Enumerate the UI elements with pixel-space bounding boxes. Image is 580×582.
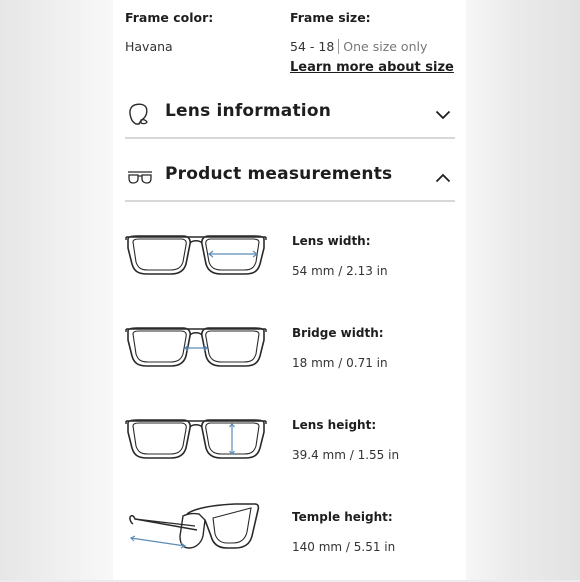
temple-height-label: Temple height: bbox=[292, 510, 393, 524]
frame-size-number: 54 - 18 bbox=[290, 39, 335, 54]
measurement-temple-length: Temple height: 140 mm / 5.51 in bbox=[125, 502, 455, 582]
measurement-bridge-width: Bridge width: 18 mm / 0.71 in bbox=[125, 318, 455, 398]
lens-information-title: Lens information bbox=[165, 101, 332, 121]
background-right bbox=[466, 0, 580, 580]
measurement-lens-height: Lens height: 39.4 mm / 1.55 in bbox=[125, 410, 455, 490]
glasses-icon bbox=[127, 169, 153, 189]
lens-height-glasses-icon bbox=[125, 419, 267, 459]
learn-more-size-link[interactable]: Learn more about size bbox=[290, 60, 454, 75]
temple-length-glasses-icon bbox=[129, 503, 260, 549]
lens-width-value: 54 mm / 2.13 in bbox=[292, 264, 388, 278]
frame-color-value: Havana bbox=[125, 39, 173, 54]
chevron-down-icon[interactable] bbox=[435, 105, 451, 124]
lens-width-label: Lens width: bbox=[292, 234, 371, 248]
lens-height-value: 39.4 mm / 1.55 in bbox=[292, 448, 400, 462]
product-details-panel: Frame color: Havana Frame size: 54 - 18 O… bbox=[113, 0, 466, 580]
lens-width-glasses-icon bbox=[125, 235, 267, 275]
bridge-width-glasses-icon bbox=[125, 327, 267, 367]
frame-size-value: 54 - 18 One size only bbox=[290, 39, 427, 54]
measurement-lens-width: Lens width: 54 mm / 2.13 in bbox=[125, 226, 455, 306]
product-measurements-title: Product measurements bbox=[165, 164, 393, 184]
product-measurements-accordion[interactable]: Product measurements bbox=[125, 152, 455, 202]
frame-size-note: One size only bbox=[343, 39, 428, 54]
bridge-width-value: 18 mm / 0.71 in bbox=[292, 356, 388, 370]
background-left bbox=[0, 0, 113, 580]
lens-icon bbox=[127, 102, 151, 130]
divider bbox=[125, 137, 455, 139]
frame-color-label: Frame color: bbox=[125, 10, 214, 25]
separator bbox=[338, 39, 340, 54]
frame-size-label: Frame size: bbox=[290, 10, 371, 25]
chevron-up-icon[interactable] bbox=[435, 168, 451, 187]
lens-height-label: Lens height: bbox=[292, 418, 377, 432]
divider bbox=[125, 200, 455, 202]
temple-height-value: 140 mm / 5.51 in bbox=[292, 540, 396, 554]
bridge-width-label: Bridge width: bbox=[292, 326, 384, 340]
lens-information-accordion[interactable]: Lens information bbox=[125, 89, 455, 139]
